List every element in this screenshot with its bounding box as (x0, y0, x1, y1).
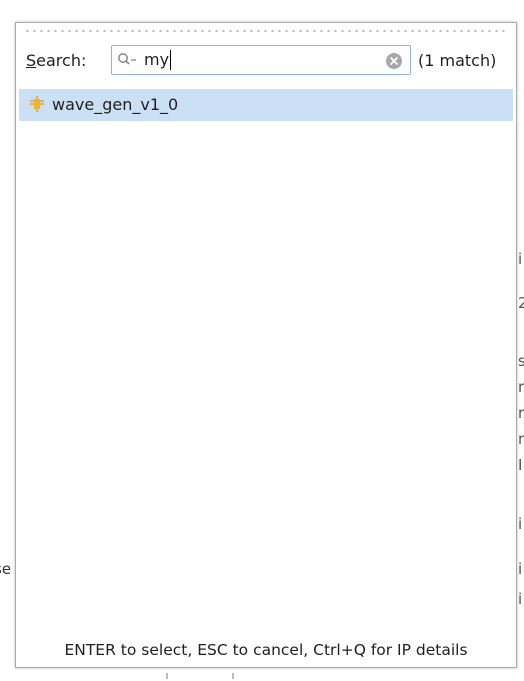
results-list: wave_gen_v1_0 (19, 89, 513, 627)
search-label: Search: (26, 51, 86, 70)
drag-grip[interactable] (24, 28, 508, 34)
background-left-fragment: se (0, 560, 12, 578)
background-text: r (518, 378, 524, 396)
search-input[interactable]: my (144, 50, 169, 70)
search-row: Search: my (1 match) (16, 43, 516, 77)
keyboard-hint: ENTER to select, ESC to cancel, Ctrl+Q f… (64, 641, 468, 659)
background-tick (232, 673, 234, 679)
result-label: wave_gen_v1_0 (52, 95, 179, 114)
background-text: i (518, 515, 523, 533)
ip-core-icon (30, 96, 44, 112)
list-item[interactable]: wave_gen_v1_0 (19, 89, 513, 121)
background-tick (166, 673, 168, 679)
search-label-mnemonic: S (26, 51, 37, 70)
background-bottom-edge (0, 671, 524, 681)
background-text: s (518, 352, 524, 370)
text-caret (170, 50, 171, 70)
background-text: i (518, 560, 523, 578)
clear-search-icon[interactable] (385, 52, 403, 70)
ip-search-popup: Search: my (1 match) wave_gen_v1_0 ENTER… (15, 22, 517, 668)
search-icon (118, 53, 136, 65)
background-text: i (518, 590, 523, 608)
background-right-fragments: i 2 s r r r I i i i (518, 0, 524, 681)
search-label-text: earch: (36, 51, 87, 70)
search-input-box[interactable]: my (111, 45, 411, 75)
background-text: r (518, 430, 524, 448)
match-count: (1 match) (418, 51, 497, 70)
background-text: 2 (518, 294, 524, 312)
background-text: r (518, 404, 524, 422)
background-text: i (518, 250, 523, 268)
background-text: I (518, 456, 523, 474)
